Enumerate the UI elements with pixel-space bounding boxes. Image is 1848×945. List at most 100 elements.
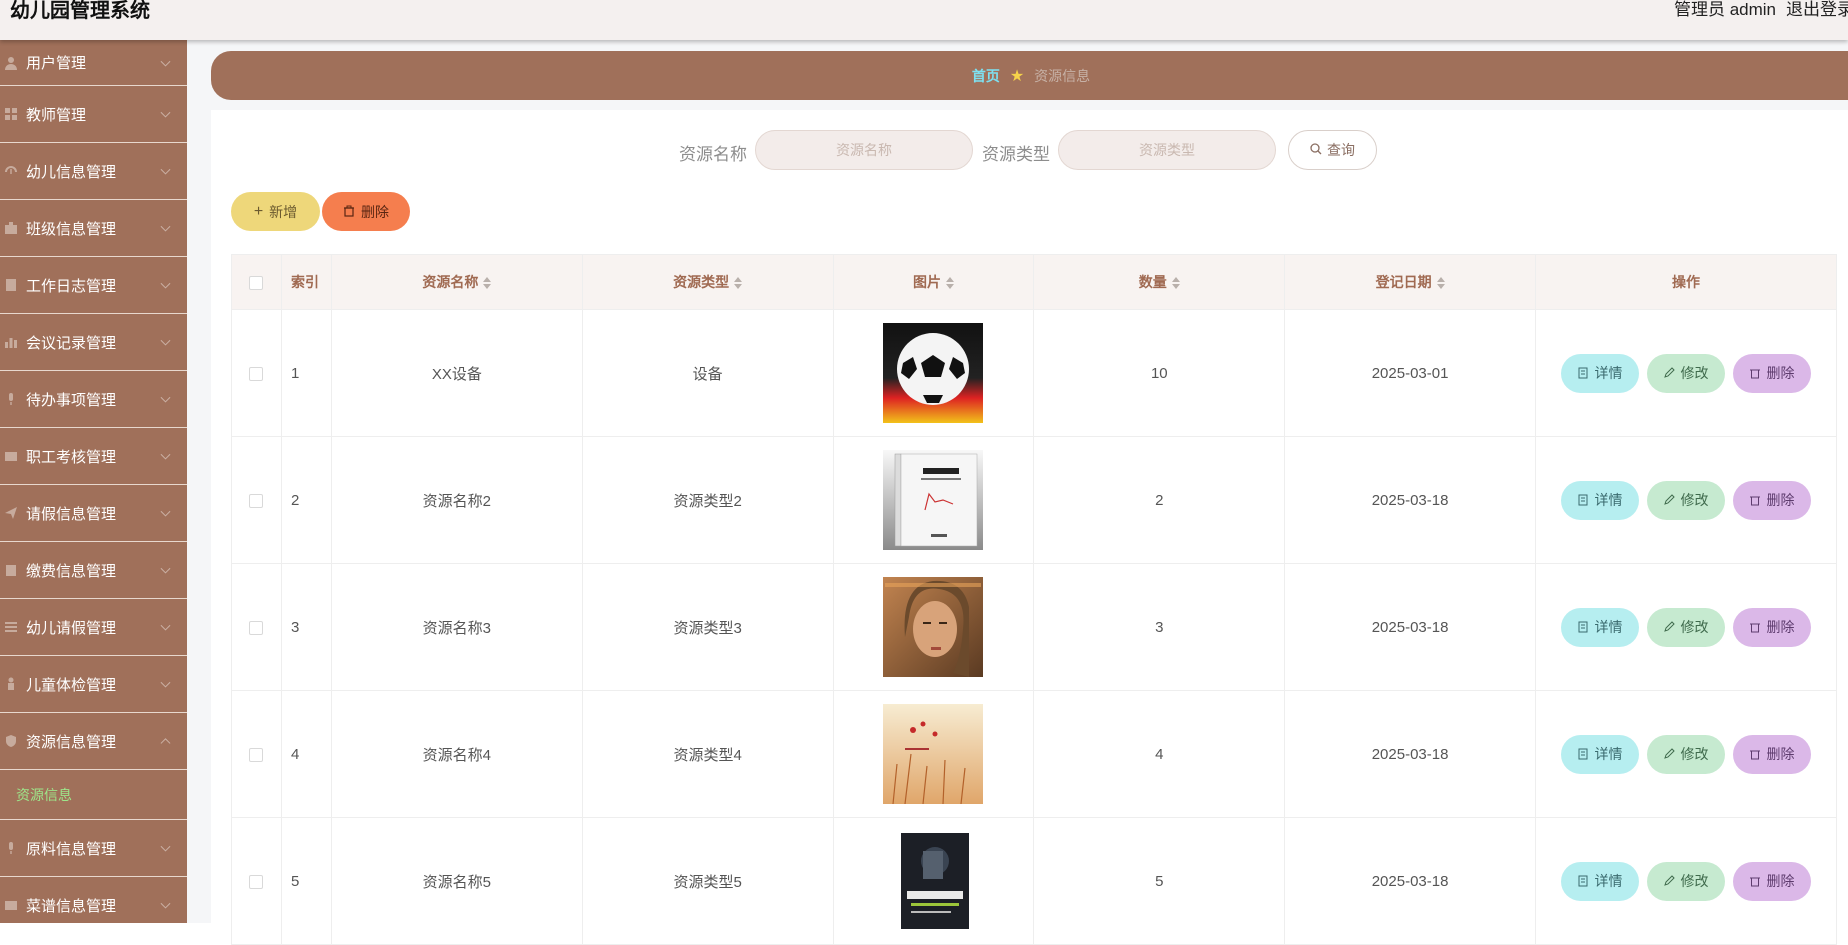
trash-icon <box>1750 496 1761 506</box>
row-checkbox[interactable] <box>249 493 264 508</box>
edit-label: 修改 <box>1680 619 1709 635</box>
sidebar-item-todo[interactable]: 待办事项管理 <box>0 371 187 428</box>
delete-button[interactable]: 删除 <box>1732 861 1811 901</box>
pencil-icon <box>1664 494 1676 505</box>
chevron-down-icon <box>160 620 171 631</box>
id-card-icon <box>2 447 20 465</box>
sidebar-item-resource[interactable]: 资源信息管理 <box>0 713 187 770</box>
sidebar-item-worklog[interactable]: 工作日志管理 <box>0 257 187 314</box>
detail-button[interactable]: 详情 <box>1560 861 1639 901</box>
edit-label: 修改 <box>1680 873 1709 889</box>
breadcrumb-home[interactable]: 首页 <box>972 66 1000 86</box>
top-header: 幼儿园管理系统 管理员 admin 退出登录 <box>0 0 1848 40</box>
training-book-image[interactable] <box>883 831 984 931</box>
cell-image <box>832 563 1035 691</box>
soccer-ball-image[interactable] <box>883 323 984 423</box>
sidebar-item-label: 资源信息管理 <box>26 733 117 751</box>
magazine-cover-image[interactable] <box>883 577 984 677</box>
sidebar-subitem-resource-info[interactable]: 资源信息 <box>0 770 187 820</box>
delete-label: 删除 <box>1766 492 1795 508</box>
chevron-down-icon <box>160 841 171 852</box>
cell-name: 资源名称3 <box>330 563 583 691</box>
sidebar-item-label: 教师管理 <box>26 106 87 124</box>
sidebar-item-teacher[interactable]: 教师管理 <box>0 86 187 143</box>
cell-index: 1 <box>280 309 332 437</box>
sort-icon <box>734 277 743 290</box>
detail-label: 详情 <box>1594 873 1623 889</box>
edit-button[interactable]: 修改 <box>1646 353 1725 393</box>
cell-image <box>832 309 1035 437</box>
add-label: 新增 <box>269 203 298 220</box>
resource-name-input[interactable] <box>755 130 973 170</box>
sidebar-item-user[interactable]: 用户管理 <box>0 40 187 86</box>
cell-quantity: 2 <box>1033 436 1286 564</box>
main-content: 首页 ★ 资源信息 资源名称 资源类型 查询 + 新增 删除 <box>187 40 1848 945</box>
detail-button[interactable]: 详情 <box>1560 734 1639 774</box>
header-image[interactable]: 图片 <box>832 254 1035 310</box>
sidebar-item-material[interactable]: 原料信息管理 <box>0 820 187 877</box>
cell-date: 2025-03-18 <box>1284 690 1536 818</box>
select-all-cell <box>231 254 282 310</box>
header-type[interactable]: 资源类型 <box>581 254 834 310</box>
resource-type-label: 资源类型 <box>982 145 1050 164</box>
cell-name: 资源名称5 <box>330 817 583 945</box>
sidebar-item-class[interactable]: 班级信息管理 <box>0 200 187 257</box>
detail-button[interactable]: 详情 <box>1560 480 1639 520</box>
header-name-label: 资源名称 <box>422 274 479 290</box>
delete-button[interactable]: 删除 <box>1732 734 1811 774</box>
add-button[interactable]: + 新增 <box>231 192 320 231</box>
chevron-down-icon <box>160 164 171 175</box>
sidebar-item-label: 幼儿信息管理 <box>26 163 117 181</box>
cell-date: 2025-03-01 <box>1284 309 1536 437</box>
table-row: 3 资源名称3 资源类型3 3 2025-03-18 详情 修改 删除 <box>231 563 1838 691</box>
cell-date: 2025-03-18 <box>1284 563 1536 691</box>
sidebar-item-health-check[interactable]: 儿童体检管理 <box>0 656 187 713</box>
row-check-cell <box>231 436 282 564</box>
sidebar-item-meeting[interactable]: 会议记录管理 <box>0 314 187 371</box>
header-date[interactable]: 登记日期 <box>1284 254 1536 310</box>
detail-button[interactable]: 详情 <box>1560 607 1639 647</box>
cell-type: 资源类型2 <box>581 436 834 564</box>
pencil-icon <box>1664 875 1676 886</box>
cell-ops: 详情 修改 删除 <box>1534 690 1838 818</box>
row-check-cell <box>231 817 282 945</box>
select-all-checkbox[interactable] <box>249 276 264 291</box>
header-quantity[interactable]: 数量 <box>1033 254 1286 310</box>
cell-date: 2025-03-18 <box>1284 436 1536 564</box>
row-checkbox[interactable] <box>249 747 264 762</box>
logout-link[interactable]: 退出登录 <box>1786 0 1848 20</box>
sidebar-item-leave[interactable]: 请假信息管理 <box>0 485 187 542</box>
chevron-down-icon <box>160 506 171 517</box>
delete-button[interactable]: 删除 <box>1732 607 1811 647</box>
edit-button[interactable]: 修改 <box>1646 861 1725 901</box>
detail-label: 详情 <box>1594 365 1623 381</box>
sidebar-item-payment[interactable]: 缴费信息管理 <box>0 542 187 599</box>
sidebar-item-recipe[interactable]: 菜谱信息管理 <box>0 877 187 923</box>
edit-button[interactable]: 修改 <box>1646 480 1725 520</box>
delete-button[interactable]: 删除 <box>1732 480 1811 520</box>
edit-button[interactable]: 修改 <box>1646 607 1725 647</box>
table-row: 1 XX设备 设备 10 2025-03-01 详情 修改 删除 <box>231 309 1838 437</box>
edit-label: 修改 <box>1680 746 1709 762</box>
physics-book-image[interactable] <box>883 450 984 550</box>
document-icon <box>1578 367 1588 379</box>
row-checkbox[interactable] <box>249 874 264 889</box>
sidebar-item-label: 用户管理 <box>26 55 87 72</box>
sidebar-item-child[interactable]: 幼儿信息管理 <box>0 143 187 200</box>
delete-button[interactable]: 删除 <box>1732 353 1811 393</box>
sidebar-item-child-leave[interactable]: 幼儿请假管理 <box>0 599 187 656</box>
query-button[interactable]: 查询 <box>1288 130 1377 170</box>
row-checkbox[interactable] <box>249 620 264 635</box>
row-checkbox[interactable] <box>249 366 264 381</box>
batch-delete-button[interactable]: 删除 <box>322 192 410 231</box>
resource-type-input[interactable] <box>1058 130 1276 170</box>
cell-index: 4 <box>280 690 332 818</box>
edit-button[interactable]: 修改 <box>1646 734 1725 774</box>
sidebar-item-staff-review[interactable]: 职工考核管理 <box>0 428 187 485</box>
resource-name-label: 资源名称 <box>679 145 747 164</box>
current-user: 管理员 admin <box>1673 0 1776 19</box>
detail-button[interactable]: 详情 <box>1560 353 1639 393</box>
grid-icon <box>2 105 20 123</box>
header-name[interactable]: 资源名称 <box>330 254 583 310</box>
flower-book-image[interactable] <box>883 704 984 804</box>
